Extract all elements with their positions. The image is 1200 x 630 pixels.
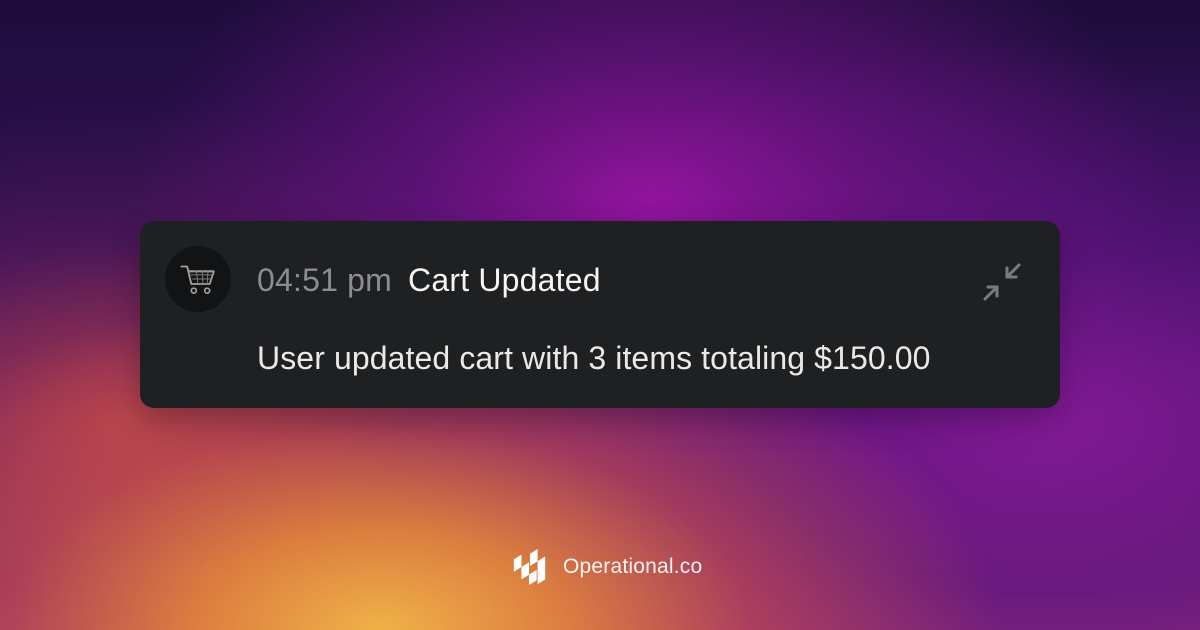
notification-message: User updated cart with 3 items totaling … (257, 340, 931, 376)
notification-card: 04:51 pm Cart Updated User updated cart … (140, 221, 1060, 408)
notification-header: 04:51 pm Cart Updated (257, 258, 601, 302)
avatar (165, 246, 231, 312)
operational-logo-icon (511, 548, 549, 586)
page: { "notification": { "icon": "shopping-ca… (0, 0, 1200, 630)
notification-title: Cart Updated (408, 262, 601, 298)
brand: Operational.co (511, 548, 702, 586)
collapse-arrows-icon (983, 263, 1021, 301)
shopping-cart-icon (180, 265, 215, 294)
collapse-button[interactable] (977, 257, 1027, 307)
notification-time: 04:51 pm (257, 262, 393, 298)
brand-name: Operational.co (563, 555, 703, 578)
